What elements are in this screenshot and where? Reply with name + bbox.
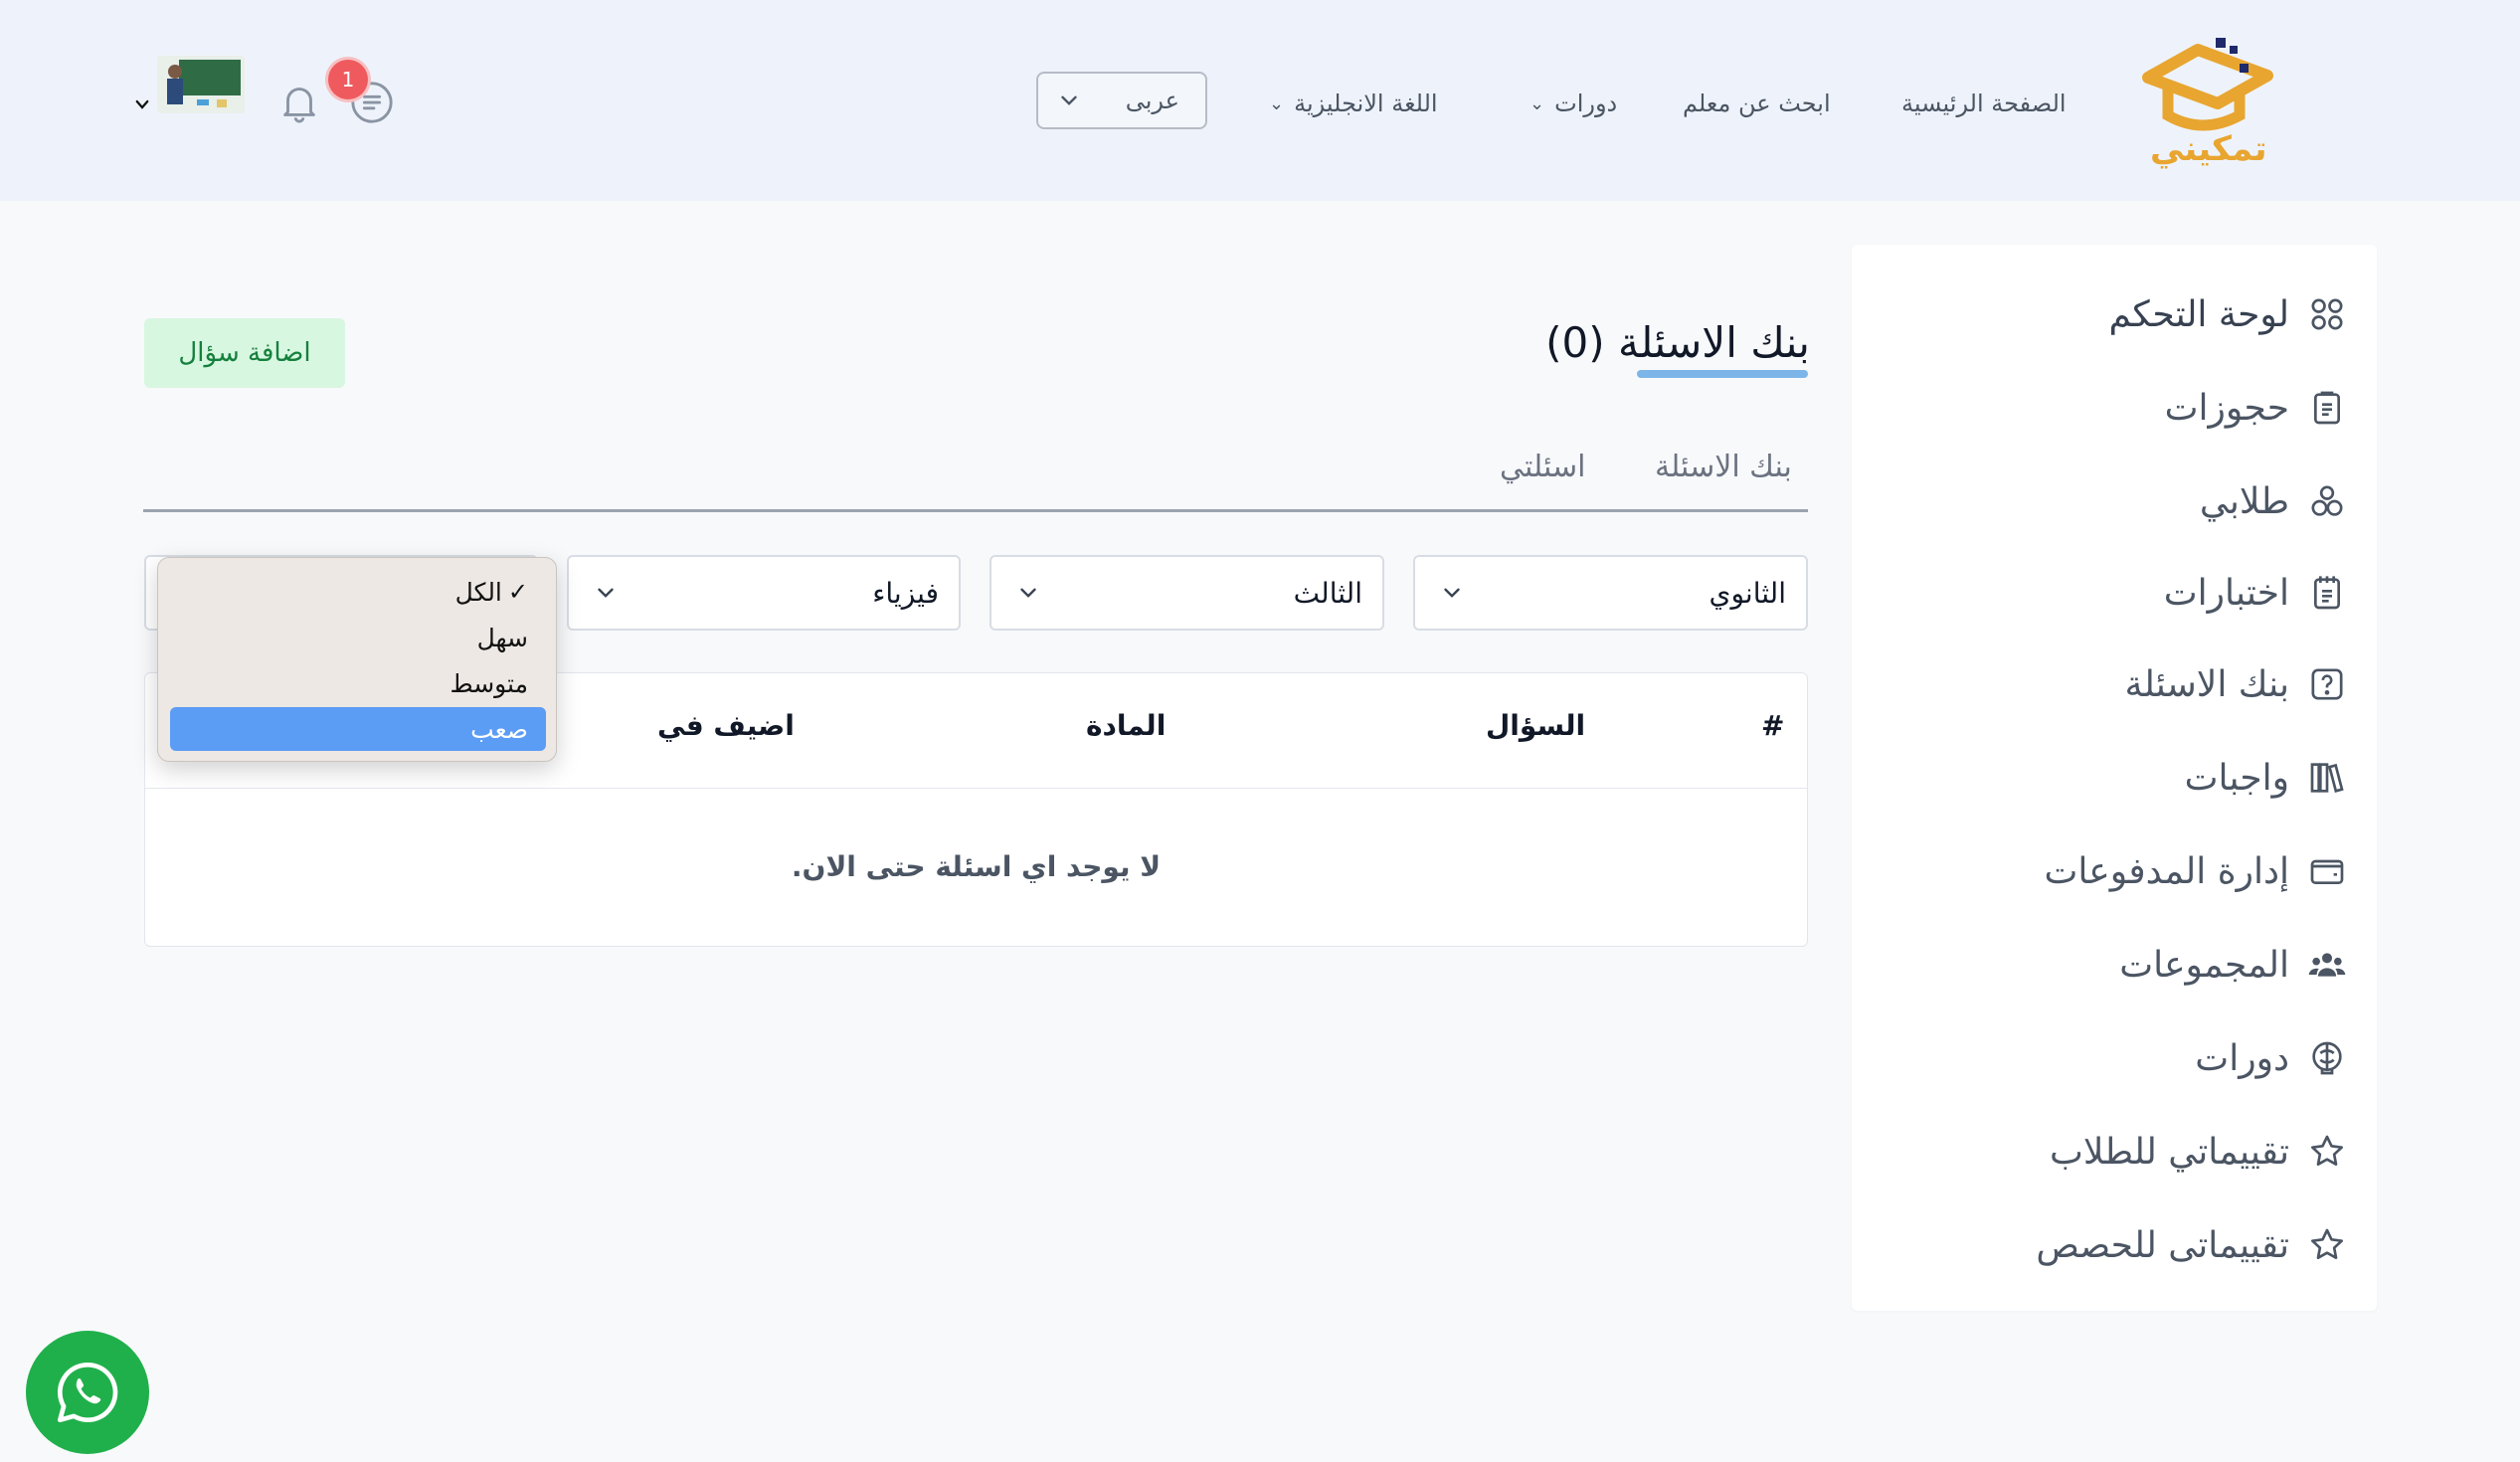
grade-value: الثالث (1293, 576, 1362, 610)
whatsapp-icon (57, 1362, 118, 1423)
column-header-added-on: اضيف في (657, 709, 795, 742)
sidebar-item-question-bank[interactable]: بنك الاسئلة (2125, 654, 2347, 714)
sidebar-item-students[interactable]: طلابي (2200, 471, 2347, 531)
difficulty-dropdown-menu: الكل ✓ سهل متوسط صعب (157, 557, 557, 762)
sidebar-item-label: اختبارات (2163, 572, 2289, 614)
graduation-cap-logo-icon (2142, 38, 2273, 131)
wallet-icon (2310, 859, 2344, 884)
column-header-index: # (1761, 709, 1785, 742)
sidebar-item-bookings[interactable]: حجوزات (2165, 378, 2347, 438)
chevron-down-icon (1020, 588, 1036, 598)
nav-home[interactable]: الصفحة الرئيسية (1901, 84, 2067, 123)
sidebar-item-label: طلابي (2199, 480, 2289, 522)
nav-find-teacher[interactable]: ابحث عن معلم (1683, 84, 1831, 123)
chevron-down-icon (1444, 588, 1460, 598)
sidebar-item-label: إدارة المدفوعات (2044, 850, 2289, 892)
sidebar-item-label: لوحة التحكم (2108, 293, 2289, 335)
chevron-down-icon: ⌄ (1530, 92, 1545, 114)
star-icon (2311, 1135, 2343, 1166)
option-label: الكل (454, 577, 502, 607)
sidebar-item-label: حجوزات (2164, 387, 2289, 429)
dropdown-option-medium[interactable]: متوسط (170, 661, 546, 705)
page-title: بنك الاسئلة (0) (1545, 318, 1810, 367)
group-icon (2308, 953, 2346, 977)
grade-select[interactable]: الثالث (990, 555, 1384, 631)
dropdown-option-all[interactable]: الكل ✓ (170, 570, 546, 614)
logo-text: تمكيني (2150, 129, 2267, 169)
sidebar-item-label: المجموعات (2119, 944, 2289, 986)
question-icon (2311, 668, 2343, 700)
messages-badge: 1 (328, 60, 368, 99)
user-avatar[interactable] (157, 56, 245, 113)
sidebar-item-courses[interactable]: دورات (2195, 1028, 2347, 1088)
option-label: متوسط (450, 668, 528, 698)
books-icon (2310, 763, 2344, 793)
stage-select[interactable]: الثانوي (1413, 555, 1808, 631)
sidebar-item-student-ratings[interactable]: تقييماتي للطلاب (2050, 1122, 2347, 1182)
add-question-button[interactable]: اضافة سؤال (144, 318, 345, 388)
chevron-down-icon (598, 588, 614, 598)
sidebar-item-label: تقييماتي للطلاب (2050, 1131, 2289, 1173)
dropdown-option-hard[interactable]: صعب (170, 707, 546, 751)
avatar-photo-icon (157, 56, 245, 113)
option-label: صعب (470, 714, 528, 744)
sidebar-item-label: دورات (2195, 1037, 2289, 1079)
chevron-down-icon: ⌄ (1269, 92, 1285, 114)
tabs-divider (143, 509, 1808, 512)
subject-value: فيزياء (872, 576, 939, 610)
chevron-down-icon (1061, 95, 1077, 105)
star-icon (2311, 1228, 2343, 1259)
option-label: سهل (476, 623, 528, 652)
nav-english-label: اللغة الانجليزية (1294, 90, 1438, 117)
sidebar-item-homework[interactable]: واجبات (2185, 748, 2347, 808)
language-value: عربى (1125, 87, 1179, 114)
sidebar-item-label: تقييماتى للحصص (2036, 1224, 2289, 1266)
nav-courses-label: دورات (1554, 90, 1618, 117)
users-icon (2311, 485, 2343, 516)
grid-icon (2311, 298, 2343, 330)
subject-select[interactable]: فيزياء (567, 555, 961, 631)
dropdown-option-easy[interactable]: سهل (170, 616, 546, 659)
nav-home-label: الصفحة الرئيسية (1901, 90, 2067, 117)
tab-question-bank[interactable]: بنك الاسئلة (1655, 450, 1792, 484)
course-icon (2312, 1041, 2342, 1075)
sidebar-item-groups[interactable]: المجموعات (2119, 935, 2347, 995)
sidebar: لوحة التحكم حجوزات طلابي اختبارات بنك ال… (1852, 245, 2377, 1311)
clipboard-icon (2314, 391, 2340, 425)
sidebar-item-exams[interactable]: اختبارات (2164, 563, 2347, 623)
tab-my-questions[interactable]: اسئلتي (1500, 450, 1586, 484)
sidebar-item-label: واجبات (2184, 757, 2289, 799)
empty-table-message: لا يوجد اي اسئلة حتى الان. (791, 850, 1162, 883)
nav-courses[interactable]: دورات ⌄ (1530, 84, 1617, 123)
column-header-question: السؤال (1486, 709, 1586, 742)
whatsapp-button[interactable] (26, 1331, 149, 1454)
chevron-down-icon[interactable] (133, 95, 151, 113)
nav-find-teacher-label: ابحث عن معلم (1683, 90, 1831, 117)
sidebar-item-dashboard[interactable]: لوحة التحكم (2109, 284, 2347, 344)
nav-english[interactable]: اللغة الانجليزية ⌄ (1269, 84, 1438, 123)
column-header-subject: المادة (1086, 709, 1167, 742)
checkmark-icon: ✓ (507, 578, 528, 606)
stage-value: الثانوي (1709, 576, 1786, 610)
sidebar-item-payments[interactable]: إدارة المدفوعات (2044, 841, 2347, 901)
sidebar-item-label: بنك الاسئلة (2124, 663, 2289, 705)
sidebar-item-lesson-ratings[interactable]: تقييماتى للحصص (2036, 1215, 2347, 1275)
site-logo[interactable]: تمكيني (2128, 28, 2277, 182)
bell-icon[interactable] (276, 80, 322, 125)
language-select[interactable]: عربى (1036, 72, 1207, 129)
notepad-icon (2314, 576, 2340, 610)
